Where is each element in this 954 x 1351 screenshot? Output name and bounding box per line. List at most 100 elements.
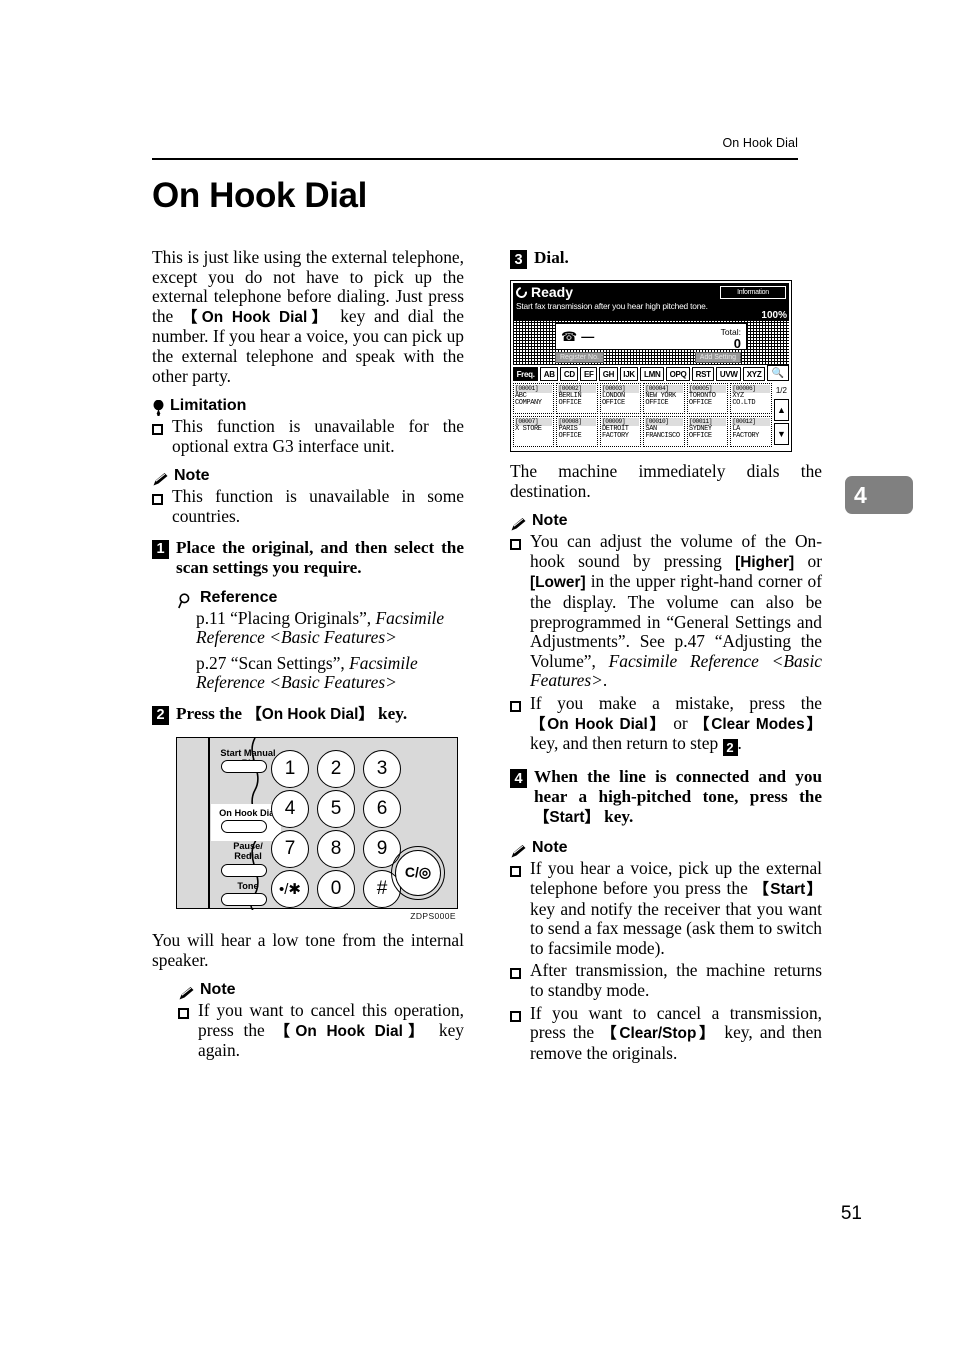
tone-key[interactable]: [221, 892, 267, 906]
note3-1-b: or: [794, 550, 823, 571]
step-4: 4 When the line is connected and you hea…: [510, 767, 822, 828]
numpad-key-8[interactable]: 8: [317, 829, 355, 868]
lcd-tab-ab[interactable]: AB: [540, 367, 559, 381]
lcd-destination-field[interactable]: ☎ — Total: 0: [555, 323, 747, 350]
destination-name: X STORE: [515, 424, 542, 433]
note4-item-2-text: After transmission, the machine returns …: [530, 960, 822, 1000]
limitation-heading-label: Limitation: [170, 397, 247, 415]
step-2-text: Press the 【On Hook Dial】 key.: [176, 704, 464, 725]
note4-heading: Note: [510, 839, 822, 859]
note2-item-text: If you want to cancel this operation, pr…: [198, 1000, 464, 1061]
square-bullet-icon: [510, 859, 523, 958]
destination-name: XYZ CO.LTD: [732, 391, 756, 408]
lcd-tab-uvw[interactable]: UVW: [716, 367, 742, 381]
keypad-panel: Start Manual RX On Hook Dial Pause/Redia…: [176, 736, 458, 911]
lcd-add-setting-button[interactable]: Add Setting: [694, 352, 741, 363]
lcd-page-indicator: 1/2: [775, 385, 787, 395]
step-2: 2 Press the 【On Hook Dial】 key.: [152, 704, 464, 725]
numpad-key-2[interactable]: 2: [317, 749, 355, 788]
lcd-tab-lmn[interactable]: LMN: [640, 367, 665, 381]
note2-heading: Note: [178, 981, 464, 1001]
destination-cell[interactable]: [00011] SYDNEY OFFICE: [686, 416, 729, 447]
limitation-item-text: This function is unavailable for the opt…: [172, 416, 464, 456]
right-column: 3 Dial. Ready Start fax transmission aft…: [510, 248, 822, 1066]
note3-item-2: If you make a mistake, press the 【On Hoo…: [510, 693, 822, 757]
left-column: This is just like using the external tel…: [152, 247, 464, 1064]
numpad-key-asterisk[interactable]: •/✱: [271, 869, 309, 908]
numpad-key-5[interactable]: 5: [317, 789, 355, 828]
reference-2-page: p.27 “Scan Settings”,: [196, 652, 350, 673]
destination-cell[interactable]: [00007] X STORE: [513, 416, 555, 447]
lcd-tab-cd[interactable]: CD: [560, 367, 579, 381]
lcd-tab-rst[interactable]: RST: [692, 367, 715, 381]
scroll-up-icon[interactable]: ▲: [773, 399, 789, 421]
square-bullet-icon: [152, 417, 165, 456]
lcd-tab-opq[interactable]: OPQ: [666, 367, 691, 381]
clear-modes-key-label: 【Clear Modes】: [693, 715, 822, 733]
numpad-key-7[interactable]: 7: [271, 829, 309, 868]
reference-magnifier-icon: [178, 592, 195, 609]
search-icon[interactable]: 🔍: [767, 365, 789, 381]
lcd-tab-ef[interactable]: EF: [580, 367, 598, 381]
step-1-text: Place the original, and then select the …: [176, 537, 464, 577]
note4-item-2: After transmission, the machine returns …: [510, 961, 822, 1000]
scroll-down-icon[interactable]: ▼: [773, 423, 789, 445]
lcd-tab-gh[interactable]: GH: [599, 367, 618, 381]
numpad-key-6[interactable]: 6: [363, 789, 401, 828]
step-4-text-a: When the line is connected and you hear …: [534, 767, 822, 807]
reference-heading-label: Reference: [200, 588, 278, 606]
note1-item-text: This function is unavailable in some cou…: [172, 486, 464, 526]
lcd-status-label: Ready: [531, 284, 574, 300]
lcd-tab-freq[interactable]: Freq.: [513, 367, 539, 381]
step-2-result: You will hear a low tone from the intern…: [152, 929, 464, 970]
destination-cell[interactable]: [00009] DETROIT FACTORY: [599, 416, 642, 447]
chapter-tab-number: 4: [854, 481, 867, 508]
lcd-tab-xyz[interactable]: XYZ: [743, 367, 766, 381]
destination-cell[interactable]: [00002] BERLIN OFFICE: [556, 383, 598, 414]
page-title: On Hook Dial: [152, 176, 367, 215]
on-hook-dial-key[interactable]: [221, 819, 267, 833]
lcd-register-no-button[interactable]: Register No.: [555, 352, 604, 363]
note3-heading-label: Note: [532, 512, 568, 530]
intro-paragraph: This is just like using the external tel…: [152, 247, 464, 386]
numpad-key-1[interactable]: 1: [271, 749, 309, 788]
note-pencil-icon: [510, 844, 527, 859]
clear-stop-key[interactable]: C/◎: [391, 845, 445, 900]
destination-name: LONDON OFFICE: [601, 391, 625, 408]
reference-1-page: p.11 “Placing Originals”,: [196, 607, 376, 628]
limitation-icon: [152, 399, 165, 417]
destination-cell[interactable]: [00008] PARIS OFFICE: [556, 416, 598, 447]
destination-cell[interactable]: [00005] TORONTO OFFICE: [686, 383, 729, 414]
destination-cell[interactable]: [00010] SAN FRANCISCO: [643, 416, 685, 447]
start-manual-rx-key[interactable]: [221, 759, 267, 773]
destination-name: SAN FRANCISCO: [645, 424, 680, 441]
destination-name: LA FACTORY: [732, 424, 759, 441]
destination-cell[interactable]: [00001] ABC COMPANY: [513, 383, 555, 414]
running-header: On Hook Dial: [722, 136, 798, 150]
start-key-label: 【Start】: [753, 881, 822, 899]
pause-redial-key[interactable]: [221, 863, 267, 877]
note-pencil-icon: [178, 986, 195, 1001]
destination-cell[interactable]: [00012] LA FACTORY: [730, 416, 772, 447]
lcd-information-button[interactable]: Information: [720, 286, 786, 299]
square-bullet-icon: [510, 961, 523, 1000]
limitation-item: This function is unavailable for the opt…: [152, 416, 464, 456]
step-4-text: When the line is connected and you hear …: [534, 767, 822, 828]
destination-cell[interactable]: [00003] LONDON OFFICE: [599, 383, 642, 414]
step-2-text-b: key.: [373, 703, 408, 723]
numpad-key-3[interactable]: 3: [363, 749, 401, 788]
numpad-key-4[interactable]: 4: [271, 789, 309, 828]
destination-cell[interactable]: [00004] NEW YORK OFFICE: [643, 383, 685, 414]
destination-name: BERLIN OFFICE: [558, 391, 582, 408]
step-1: 1 Place the original, and then select th…: [152, 538, 464, 578]
limitation-heading: Limitation: [152, 397, 464, 417]
start-key-label: 【Start】: [534, 809, 600, 827]
destination-cell[interactable]: [00006] XYZ CO.LTD: [730, 383, 772, 414]
square-bullet-icon: [510, 694, 523, 756]
lcd-tab-ijk[interactable]: IJK: [619, 367, 639, 381]
numpad-key-0[interactable]: 0: [317, 869, 355, 908]
lcd-destination-list: [00001] ABC COMPANY [00002] BERLIN OFFICE …: [513, 383, 789, 447]
document-page: On Hook Dial On Hook Dial 4 This is just…: [0, 0, 954, 1351]
lcd-total-value: 0: [733, 335, 741, 351]
note2-item: If you want to cancel this operation, pr…: [178, 1000, 464, 1061]
